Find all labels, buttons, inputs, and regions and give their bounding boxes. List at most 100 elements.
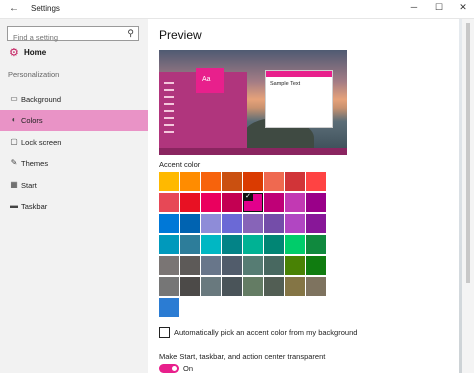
close-button[interactable]: ✕ [456,2,470,13]
accent-swatch[interactable] [306,193,326,212]
toggle-knob [172,366,177,371]
sidebar-item-label: Lock screen [21,138,62,147]
accent-swatch[interactable] [159,256,179,275]
gear-icon: ⚙ [9,47,19,59]
preview-image: Aa Sample Text [159,50,347,155]
accent-swatch[interactable] [201,214,221,233]
palette-icon: ◐ [11,115,17,124]
maximize-button[interactable]: ☐ [432,2,446,13]
sidebar-item-lock-screen[interactable]: ▢ Lock screen [0,132,148,153]
scrollbar[interactable] [462,19,474,373]
accent-swatch[interactable] [159,277,179,296]
accent-swatch[interactable] [222,172,242,191]
accent-swatch[interactable] [243,214,263,233]
accent-swatch[interactable] [243,277,263,296]
sidebar-item-taskbar[interactable]: ▬ Taskbar [0,196,148,217]
sidebar-item-label: Background [21,95,62,104]
accent-swatch[interactable] [285,277,305,296]
accent-swatch[interactable] [306,277,326,296]
sidebar-item-themes[interactable]: ✎ Themes [0,153,148,174]
preview-heading: Preview [159,28,202,42]
search-icon[interactable]: ⚲ [127,28,134,39]
transparency-toggle[interactable] [159,364,179,373]
accent-swatch[interactable] [201,193,221,212]
accent-swatch[interactable] [159,172,179,191]
accent-swatch[interactable] [222,277,242,296]
section-label-personalization: Personalization [8,70,60,79]
accent-swatch[interactable] [264,193,284,212]
accent-swatch[interactable] [159,193,179,212]
sidebar-item-label: Colors [21,116,43,125]
accent-swatch[interactable] [222,193,242,212]
accent-swatch[interactable] [201,172,221,191]
transparency-label: Make Start, taskbar, and action center t… [159,352,326,361]
brush-icon: ✎ [10,158,18,167]
accent-swatch[interactable] [159,235,179,254]
accent-swatch[interactable] [306,214,326,233]
accent-swatch[interactable] [180,235,200,254]
accent-swatch[interactable] [306,172,326,191]
auto-pick-label: Automatically pick an accent color from … [174,328,358,337]
sidebar-item-label: Taskbar [21,202,48,211]
accent-swatch[interactable] [264,172,284,191]
accent-swatch[interactable] [201,277,221,296]
title-bar: ← Settings ─ ☐ ✕ [0,0,474,19]
checkmark-icon: ✓ [243,193,253,201]
accent-swatch[interactable]: ✓ [243,193,263,212]
accent-swatch[interactable] [180,172,200,191]
accent-swatch[interactable] [243,235,263,254]
accent-swatch[interactable] [306,256,326,275]
preview-window: Sample Text [265,70,333,128]
taskbar-icon: ▬ [10,201,18,210]
home-link[interactable]: ⚙ Home [0,44,148,62]
preview-tile-text: Aa [202,76,211,83]
accent-swatch[interactable] [201,256,221,275]
sidebar-item-label: Themes [21,159,49,168]
accent-swatch[interactable] [159,214,179,233]
accent-swatch[interactable] [285,235,305,254]
accent-swatch[interactable] [264,277,284,296]
main-content: Preview Aa Sample Text Accent color ✓ Au… [149,19,459,373]
monitor-icon: ▢ [10,137,18,146]
minimize-button[interactable]: ─ [407,2,421,12]
sidebar-item-background[interactable]: ▭ Background [0,89,148,110]
accent-swatch[interactable] [285,172,305,191]
accent-swatch[interactable] [201,235,221,254]
home-label: Home [24,48,47,57]
accent-swatch[interactable] [285,256,305,275]
sidebar-item-label: Start [21,181,37,190]
back-arrow-icon[interactable]: ← [9,3,19,14]
sidebar: ⚲ ⚙ Home Personalization ▭Background ◐ Col… [0,19,148,373]
accent-swatch[interactable] [285,193,305,212]
preview-sample-text: Sample Text [270,81,301,87]
accent-swatch[interactable] [222,235,242,254]
accent-swatch[interactable] [222,214,242,233]
accent-swatch[interactable] [264,235,284,254]
picture-icon: ▭ [10,94,18,103]
preview-taskbar [159,148,347,155]
preview-window-titlebar [266,71,332,77]
accent-swatch[interactable] [180,193,200,212]
accent-swatch[interactable] [180,277,200,296]
sidebar-item-start[interactable]: ▦ Start [0,175,148,196]
scrollbar-thumb[interactable] [466,23,470,283]
start-icon: ▦ [10,180,18,189]
accent-swatch[interactable] [264,214,284,233]
accent-swatch[interactable] [264,256,284,275]
accent-swatch[interactable] [306,235,326,254]
auto-pick-checkbox[interactable] [159,327,170,338]
search-box[interactable]: ⚲ [7,26,139,44]
accent-color-label: Accent color [159,160,201,169]
accent-swatch[interactable] [222,256,242,275]
accent-swatch[interactable] [285,214,305,233]
sidebar-item-colors[interactable]: ◐ Colors [0,110,148,131]
accent-swatch[interactable] [243,172,263,191]
search-input[interactable] [13,31,121,44]
transparency-toggle-state: On [183,364,194,373]
accent-swatch[interactable] [159,298,179,317]
accent-swatch[interactable] [180,214,200,233]
accent-swatch[interactable] [180,256,200,275]
window-title: Settings [31,4,60,13]
accent-swatch[interactable] [243,256,263,275]
preview-tile: Aa [196,68,224,93]
